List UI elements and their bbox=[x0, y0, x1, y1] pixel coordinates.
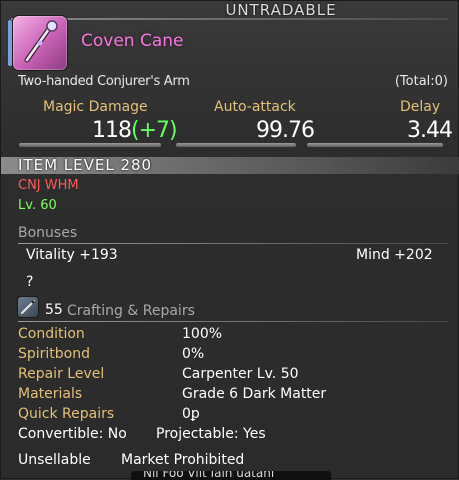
quick-repairs-value: 0ꝑ bbox=[182, 406, 200, 422]
auto-attack-label: Auto-attack bbox=[214, 99, 296, 115]
mind-bonus: Mind +202 bbox=[356, 247, 433, 263]
icon-accent bbox=[8, 20, 12, 66]
condition-value: 100% bbox=[182, 326, 223, 342]
materials-label: Materials bbox=[18, 386, 83, 402]
class-jobs: CNJ WHM bbox=[18, 178, 79, 193]
repair-level-value: Carpenter Lv. 50 bbox=[182, 366, 299, 382]
crafting-header: Crafting & Repairs bbox=[67, 303, 195, 319]
condition-label: Condition bbox=[18, 326, 85, 342]
materials-value: Grade 6 Dark Matter bbox=[182, 386, 327, 402]
spiritbond-value: 0% bbox=[182, 346, 205, 362]
unknown-slot: ? bbox=[26, 274, 34, 290]
projectable-status: Projectable: Yes bbox=[156, 426, 266, 442]
craft-level: 55 bbox=[45, 302, 63, 318]
auto-attack-value: 99.76 bbox=[256, 118, 315, 143]
item-tooltip: UNTRADABLE Coven Cane Two-handed Conjure… bbox=[0, 0, 459, 480]
bonuses-divider bbox=[18, 243, 448, 244]
staff-icon bbox=[8, 16, 67, 70]
bonuses-header: Bonuses bbox=[18, 225, 78, 241]
unsellable-flag: Unsellable bbox=[18, 452, 91, 468]
item-total: (Total:0) bbox=[394, 74, 448, 89]
convertible-status: Convertible: No bbox=[18, 426, 127, 442]
market-prohibited-flag: Market Prohibited bbox=[121, 452, 245, 468]
item-name: Coven Cane bbox=[81, 31, 184, 51]
delay-label: Delay bbox=[400, 99, 441, 115]
item-level: ITEM LEVEL 280 bbox=[18, 156, 153, 174]
magic-damage-base: 118 bbox=[92, 118, 132, 143]
delay-value: 3.44 bbox=[407, 118, 453, 143]
delay-bar bbox=[307, 143, 443, 147]
auto-attack-bar bbox=[176, 143, 296, 147]
needle-icon bbox=[18, 297, 38, 317]
quick-repairs-label: Quick Repairs bbox=[18, 406, 115, 422]
magic-damage-value: 118(+7) bbox=[92, 118, 178, 143]
repair-level-label: Repair Level bbox=[18, 366, 105, 382]
vitality-bonus: Vitality +193 bbox=[26, 247, 118, 263]
magic-damage-bonus: (+7) bbox=[131, 118, 178, 143]
crafting-divider bbox=[18, 321, 448, 322]
magic-damage-label: Magic Damage bbox=[43, 99, 148, 115]
item-type: Two-handed Conjurer's Arm bbox=[18, 74, 190, 89]
tradability-label: UNTRADABLE bbox=[225, 1, 337, 19]
spiritbond-label: Spiritbond bbox=[18, 346, 91, 362]
magic-damage-bar bbox=[19, 143, 161, 147]
equip-level: Lv. 60 bbox=[18, 198, 57, 213]
